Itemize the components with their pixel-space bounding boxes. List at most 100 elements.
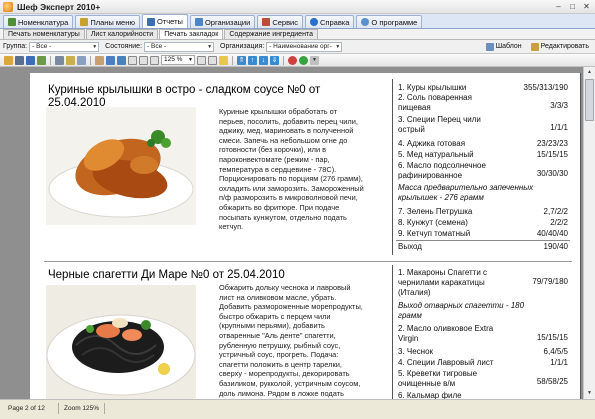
ingredient-note: Масса предварительно запеченных крылышек … (398, 183, 534, 202)
email-icon[interactable] (66, 55, 75, 65)
ingredient-row: 4. Специи Лавровый лист 1/1/1 (398, 358, 568, 367)
recipe-description: Обжарить дольку чеснока и лавровый лист … (219, 283, 363, 398)
recipe-title: Черные спагетти Ди Маре №0 от 25.04.2010 (48, 269, 285, 281)
ingredient-row: 7. Зелень Петрушка 2,7/2/2 (398, 207, 568, 216)
ingredient-row: 4. Аджика готовая 23/23/23 (398, 139, 568, 148)
search-icon[interactable] (77, 55, 86, 65)
toolbar-separator (50, 55, 51, 65)
ingredient-row: 6. Масло подсолнечное рафинированное 30/30… (398, 161, 568, 180)
ingredient-row: 1. Макароны Спагетти с чернилами каракати… (398, 268, 568, 297)
chevron-down-icon: ▼ (207, 43, 213, 50)
toolbar-separator (90, 55, 91, 65)
recipe-photo-chicken-wings (46, 107, 196, 225)
filter-bar: Группа: - Все - ▼ Состояние: - Все - ▼ Орг… (0, 40, 595, 54)
ingredient-row: 5. Мед натуральный 15/15/15 (398, 150, 568, 159)
page-setup-icon[interactable] (55, 55, 64, 65)
tab-help[interactable]: Справка (305, 15, 355, 28)
report-viewport[interactable]: Куриные крылышки в остро - сладком соусе… (0, 67, 595, 399)
column-divider (392, 265, 393, 399)
menu-plans-icon (80, 18, 89, 26)
organizations-icon (194, 18, 203, 26)
zoom-in-icon[interactable] (106, 55, 115, 65)
chevron-down-icon: ▼ (335, 43, 341, 50)
options-icon[interactable]: ▼ (310, 55, 319, 65)
toolbar-separator (232, 55, 233, 65)
recipe-separator (44, 261, 572, 262)
recipe-description: Куриные крылышки обработать от перьев, п… (219, 107, 364, 232)
tab-service[interactable]: Сервис (257, 15, 303, 28)
print-icon[interactable] (15, 55, 24, 65)
service-icon (262, 18, 271, 26)
ingredient-row: 2. Масло оливковое Extra Virgin 15/15/15 (398, 324, 568, 343)
app-icon (3, 1, 13, 12)
tab-print-bookmarks[interactable]: Печать закладок (159, 29, 224, 39)
page-width-icon[interactable] (197, 55, 206, 65)
first-page-icon[interactable]: ⇑ (237, 55, 246, 65)
window-controls: – □ ✕ (553, 2, 592, 12)
tab-nomenclature[interactable]: Номенклатура (3, 15, 74, 28)
report-page: Куриные крылышки в остро - сладком соусе… (30, 73, 581, 399)
organization-label: Организация: (220, 43, 265, 50)
tab-print-nomenclature[interactable]: Печать номенклатуры (3, 29, 85, 39)
group-select[interactable]: - Все - ▼ (29, 41, 100, 52)
tab-about[interactable]: О программе (356, 15, 423, 28)
chevron-down-icon: ▼ (92, 43, 98, 50)
tab-reports[interactable]: Отчеты (142, 14, 188, 28)
scroll-up-icon[interactable]: ▲ (585, 68, 594, 77)
save-icon[interactable] (26, 55, 35, 65)
edit-icon (530, 42, 539, 51)
template-icon (485, 42, 494, 51)
sub-tabs: Печать номенклатуры Лист калорийности Пе… (0, 29, 595, 40)
page-indicator: Page 2 of 12 (8, 405, 45, 412)
status-bar: Page 2 of 12 Zoom 125% (0, 399, 595, 419)
scroll-down-icon[interactable]: ▼ (585, 389, 594, 398)
one-page-icon[interactable] (128, 55, 137, 65)
yield-separator (396, 240, 570, 241)
open-icon[interactable] (4, 55, 13, 65)
template-button[interactable]: Шаблон (483, 41, 525, 52)
tab-organizations[interactable]: Организации (189, 15, 256, 28)
toolbar-separator (283, 55, 284, 65)
close-button[interactable]: ✕ (581, 2, 592, 12)
highlight-icon[interactable] (219, 55, 228, 65)
minimize-button[interactable]: – (553, 2, 564, 12)
ingredient-row: 1. Куры крылышки 355/313/190 (398, 83, 568, 92)
chevron-down-icon: ▼ (188, 57, 193, 63)
organization-select[interactable]: - Наименование орг- ▼ (266, 41, 343, 52)
state-select[interactable]: - Все - ▼ (144, 41, 215, 52)
tab-menu-plans[interactable]: Планы меню (75, 15, 140, 28)
two-pages-icon[interactable] (139, 55, 148, 65)
about-icon (361, 18, 370, 26)
stop-icon[interactable] (288, 55, 297, 65)
tab-ingredient-content[interactable]: Содержание ингредиента (224, 29, 318, 39)
tab-calorie-sheet[interactable]: Лист калорийности (85, 29, 159, 39)
ingredient-row: 2. Соль поваренная пищевая 3/3/3 (398, 93, 568, 112)
export-icon[interactable] (37, 55, 46, 65)
ingredient-row: 3. Специи Перец чили острый 1/1/1 (398, 115, 568, 134)
zoom-select[interactable]: 125 % ▼ (161, 55, 195, 65)
refresh-icon[interactable] (299, 55, 308, 65)
ingredient-row: 6. Кальмар филе (398, 391, 462, 399)
status-divider (104, 403, 105, 414)
next-page-icon[interactable]: ↓ (259, 55, 268, 65)
last-page-icon[interactable]: ⇓ (270, 55, 279, 65)
vertical-scrollbar[interactable]: ▲ ▼ (583, 67, 595, 399)
help-icon (310, 18, 318, 26)
group-label: Группа: (3, 43, 28, 50)
ingredient-row: 3. Чеснок 6,4/5/5 (398, 347, 568, 356)
whole-page-icon[interactable] (208, 55, 217, 65)
multi-pages-icon[interactable] (150, 55, 159, 65)
column-divider (392, 79, 393, 255)
scroll-thumb[interactable] (585, 79, 594, 121)
hand-tool-icon[interactable] (95, 55, 104, 65)
maximize-button[interactable]: □ (567, 2, 578, 12)
zoom-out-icon[interactable] (117, 55, 126, 65)
state-label: Состояние: (105, 43, 143, 50)
main-tabs: Номенклатура Планы меню Отчеты Организац… (0, 14, 595, 29)
recipe-photo-black-spaghetti (46, 285, 196, 399)
window-titlebar: Шеф Эксперт 2010+ – □ ✕ (0, 0, 595, 14)
ingredient-row: 8. Кунжут (семена) 2/2/2 (398, 218, 568, 227)
previous-page-icon[interactable]: ↑ (248, 55, 257, 65)
edit-button[interactable]: Редактировать (528, 41, 592, 52)
preview-toolbar: 125 % ▼ ⇑ ↑ ↓ ⇓ ▼ (0, 54, 595, 67)
